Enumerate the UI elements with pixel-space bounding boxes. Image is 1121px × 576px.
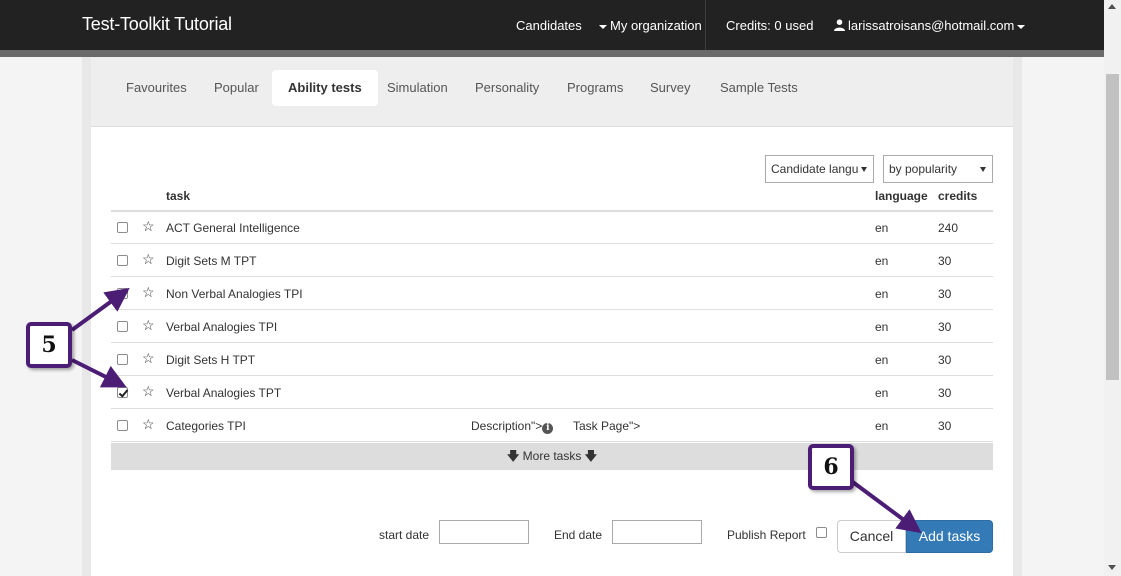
tab-sample-tests[interactable]: Sample Tests [704,70,814,106]
table-row: ☆ Non Verbal Analogies TPI en 30 [111,277,993,310]
task-credits: 30 [938,353,952,367]
tab-favourites[interactable]: Favourites [110,70,203,106]
page-background-left [0,57,82,576]
task-name: Non Verbal Analogies TPI [166,287,303,301]
cancel-button[interactable]: Cancel [837,520,906,553]
row-checkbox[interactable] [117,354,128,365]
task-credits: 30 [938,320,952,334]
dropdown-arrow-icon [861,167,867,172]
row-checkbox-checked[interactable] [117,288,128,299]
task-name: Verbal Analogies TPI [166,320,278,334]
page-background-right [1022,57,1104,576]
panel-border-left [82,57,91,576]
table-row: ☆ Verbal Analogies TPI en 30 [111,310,993,343]
task-language: en [875,386,889,400]
nav-user-menu[interactable]: larissatroisans@hotmail.com [834,18,1028,33]
row-checkbox[interactable] [117,321,128,332]
task-credits: 30 [938,419,952,433]
nav-my-organization-label: My organization [610,18,702,33]
row-checkbox[interactable] [117,420,128,431]
task-credits: 240 [938,221,959,235]
more-tasks-label: More tasks [522,449,582,463]
publish-report-label: Publish Report [727,528,806,542]
tab-programs[interactable]: Programs [551,70,639,106]
task-credits: 30 [938,287,952,301]
description-link-label: Description"> [471,419,543,433]
tab-popular[interactable]: Popular [198,70,275,106]
table-row: ☆ Digit Sets M TPT en 30 [111,244,993,277]
favourite-star-icon[interactable]: ☆ [142,416,155,433]
task-credits: 30 [938,254,952,268]
task-language: en [875,419,889,433]
task-language: en [875,353,889,367]
task-name: Digit Sets H TPT [166,353,256,367]
tab-ability-tests[interactable]: Ability tests [272,70,378,106]
task-name: ACT General Intelligence [166,221,300,235]
scroll-down-icon[interactable] [1108,565,1116,570]
task-name: Digit Sets M TPT [166,254,257,268]
caret-down-icon [599,24,607,29]
tab-survey[interactable]: Survey [634,70,706,106]
nav-divider [705,0,706,50]
task-language: en [875,221,889,235]
row-checkbox[interactable] [117,222,128,233]
task-credits: 30 [938,386,952,400]
task-language: en [875,287,889,301]
user-icon [834,19,845,31]
category-tabs: Favourites Popular Ability tests Simulat… [91,57,1013,127]
row-checkbox-checked[interactable] [117,387,128,398]
column-header-credits: credits [938,189,978,203]
table-row: ☆ ACT General Intelligence en 240 [111,211,993,244]
favourite-star-icon[interactable]: ☆ [142,383,155,400]
table-row: ☆ Verbal Analogies TPT en 30 [111,376,993,409]
navbar-shadow-bar [0,50,1104,57]
nav-my-organization[interactable]: My organization [596,18,702,33]
end-date-input[interactable] [612,520,702,544]
table-row: ☆ Digit Sets H TPT en 30 [111,343,993,376]
sort-select[interactable]: by popularity [883,155,993,183]
candidate-language-select[interactable]: Candidate langu [765,155,874,183]
step-6-callout: 6 [808,444,854,490]
info-icon[interactable]: i [542,423,554,434]
scroll-up-icon[interactable] [1108,4,1116,9]
scroll-thumb[interactable] [1106,74,1119,380]
start-date-input[interactable] [439,520,529,544]
panel-border-right [1013,57,1022,576]
favourite-star-icon[interactable]: ☆ [142,284,155,301]
dropdown-arrow-icon [980,167,986,172]
user-email: larissatroisans@hotmail.com [848,18,1015,33]
caret-down-icon [1017,24,1026,29]
arrow-down-icon: 🡇 [584,449,598,463]
more-tasks-button[interactable]: 🡇 More tasks 🡇 [111,443,993,470]
favourite-star-icon[interactable]: ☆ [142,218,155,235]
column-header-task: task [166,189,191,203]
favourite-star-icon[interactable]: ☆ [142,317,155,334]
arrow-down-icon: 🡇 [506,449,520,463]
task-page-link[interactable]: Task Page"> [573,419,640,433]
vertical-scrollbar[interactable] [1104,0,1121,576]
add-tasks-button[interactable]: Add tasks [906,520,993,553]
row-checkbox[interactable] [117,255,128,266]
task-name: Verbal Analogies TPT [166,386,282,400]
nav-credits[interactable]: Credits: 0 used [726,18,813,33]
top-navbar: Test-Toolkit Tutorial Candidates My orga… [0,0,1104,50]
brand-title[interactable]: Test-Toolkit Tutorial [82,14,232,35]
description-link[interactable]: Description"> i [471,419,554,434]
tab-personality[interactable]: Personality [459,70,555,106]
candidate-language-value: Candidate langu [771,162,859,176]
table-row: ☆ Categories TPI Description"> i Task Pag… [111,409,993,442]
nav-candidates[interactable]: Candidates [516,18,582,33]
task-language: en [875,320,889,334]
task-language: en [875,254,889,268]
tab-simulation[interactable]: Simulation [371,70,464,106]
column-header-language: language [875,189,928,203]
end-date-label: End date [554,528,603,542]
start-date-label: start date [379,528,430,542]
task-name: Categories TPI [166,419,246,433]
favourite-star-icon[interactable]: ☆ [142,251,155,268]
sort-select-value: by popularity [889,162,958,176]
publish-report-checkbox[interactable] [816,527,827,538]
favourite-star-icon[interactable]: ☆ [142,350,155,367]
step-5-callout: 5 [26,322,72,368]
